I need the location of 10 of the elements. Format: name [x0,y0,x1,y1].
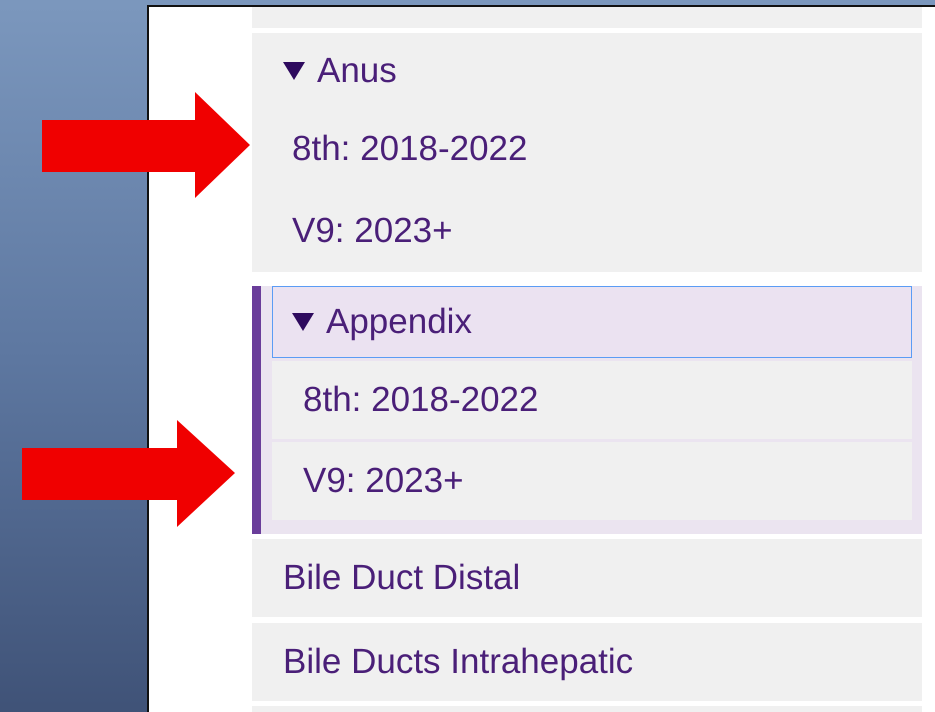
arrow-icon [42,92,250,198]
edition-link[interactable]: V9: 2023+ [292,211,453,251]
site-link[interactable]: Bile Ducts Intrahepatic [252,623,922,701]
arrow-icon [22,420,235,527]
edition-link[interactable]: 8th: 2018-2022 [303,380,538,420]
edition-link[interactable]: V9: 2023+ [303,461,464,501]
edition-link[interactable]: 8th: 2018-2022 [292,129,528,169]
group-toggle[interactable]: Anus [252,33,922,108]
group-toggle[interactable]: Appendix [272,286,912,358]
site-link[interactable]: Bile Duct Distal [252,539,922,617]
